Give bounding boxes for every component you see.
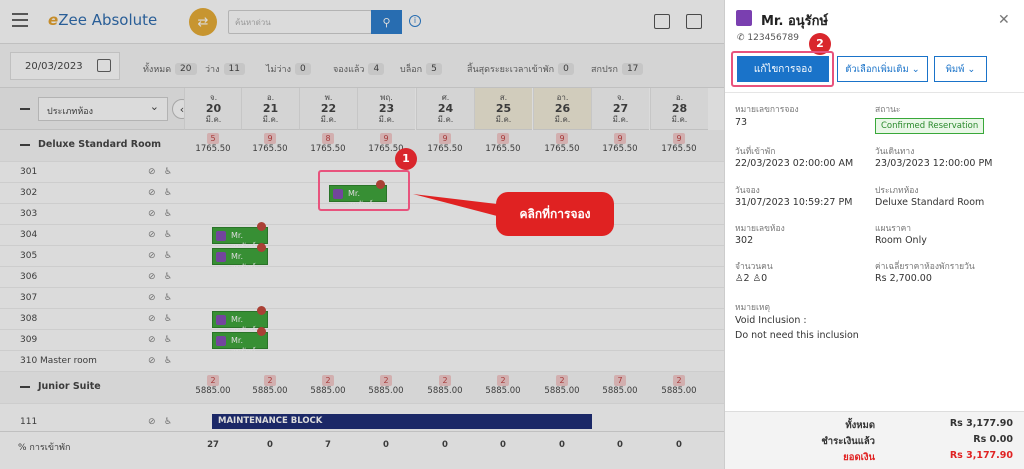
print-button[interactable]: พิมพ์ ⌄	[934, 56, 987, 82]
modal-overlay	[0, 0, 724, 469]
status-badge: Confirmed Reservation	[875, 118, 985, 134]
guest-name: Mr. อนุรักษ์	[761, 14, 829, 29]
booking-no: 73	[735, 117, 748, 128]
pax-value: ♙2 ♙0	[735, 273, 768, 284]
booking-icon	[736, 10, 752, 26]
checkin-label: วันที่เข้าพัก	[735, 147, 776, 157]
roomno-value: 302	[735, 235, 754, 246]
roomtype-label: ประเภทห้อง	[875, 186, 919, 196]
avg-rate-label: ค่าเฉลี่ยราคาห้องพักรายวัน	[875, 262, 975, 272]
callout-click-booking: คลิกที่การจอง	[496, 192, 614, 236]
status-label: สถานะ	[875, 105, 901, 115]
phone-icon: ✆	[737, 33, 748, 43]
chevron-down-icon: ⌄	[911, 63, 920, 75]
total-value: Rs 3,177.90	[949, 418, 1013, 429]
booked-label: วันจอง	[735, 186, 760, 196]
booking-no-label: หมายเลขการจอง	[735, 105, 799, 115]
close-icon[interactable]: ✕	[998, 12, 1010, 28]
note-label: หมายเหตุ	[735, 303, 770, 313]
plan-value: Room Only	[875, 235, 927, 246]
total-label: ทั้งหมด	[845, 420, 875, 431]
roomtype-value: Deluxe Standard Room	[875, 197, 985, 208]
reservation-panel: Mr. อนุรักษ์ ✆ 123456789 ✕ 2 แก้ไขการจอง…	[724, 0, 1024, 469]
balance-label: ยอดเงิน	[843, 452, 875, 463]
callout-arrow	[413, 194, 497, 216]
roomno-label: หมายเลขห้อง	[735, 224, 785, 234]
pax-label: จำนวนคน	[735, 262, 773, 272]
edit-reservation-button[interactable]: แก้ไขการจอง	[737, 56, 829, 82]
child-icon: ♙	[752, 273, 762, 284]
guest-phone: ✆ 123456789	[737, 33, 799, 43]
plan-label: แผนราคา	[875, 224, 912, 234]
reservation-highlight	[318, 170, 410, 211]
checkout-date: 23/03/2023 12:00:00 PM	[875, 158, 993, 169]
checkin-date: 22/03/2023 02:00:00 AM	[735, 158, 854, 169]
checkout-label: วันเดินทาง	[875, 147, 915, 157]
divider	[725, 92, 1024, 93]
chevron-down-icon: ⌄	[967, 63, 976, 75]
adult-icon: ♙	[735, 273, 744, 284]
note-line-2: Do not need this inclusion	[735, 330, 859, 341]
more-options-button[interactable]: ตัวเลือกเพิ่มเติม ⌄	[837, 56, 928, 82]
step-marker-1: 1	[395, 148, 417, 170]
booked-date: 31/07/2023 10:59:27 PM	[735, 197, 853, 208]
paid-value: Rs 0.00	[973, 434, 1013, 445]
note-line-1: Void Inclusion :	[735, 315, 807, 326]
totals-footer: ทั้งหมด Rs 3,177.90 ชำระเงินแล้ว Rs 0.00…	[725, 411, 1024, 469]
paid-label: ชำระเงินแล้ว	[821, 436, 875, 447]
avg-rate-value: Rs 2,700.00	[875, 273, 932, 284]
balance-value: Rs 3,177.90	[949, 450, 1013, 461]
